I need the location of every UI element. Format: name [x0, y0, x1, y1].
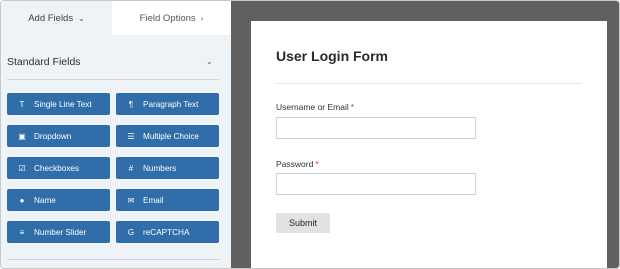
field-button-label: Dropdown — [34, 131, 72, 141]
divider — [7, 79, 219, 80]
form-builder-window: Add Fields ⌄ Field Options › Standard Fi… — [0, 0, 620, 269]
chevron-down-icon[interactable]: ⌄ — [206, 57, 213, 66]
divider — [7, 259, 219, 260]
checkbox-icon: ☑ — [18, 163, 26, 173]
envelope-icon: ✉ — [127, 195, 135, 205]
user-icon: ● — [19, 195, 25, 205]
submit-button[interactable]: Submit — [276, 213, 330, 233]
field-button-recaptcha[interactable]: G reCAPTCHA — [116, 221, 219, 243]
field-button-label: Multiple Choice — [143, 131, 199, 141]
field-button-multiple-choice[interactable]: ☰ Multiple Choice — [116, 125, 219, 147]
field-button-numbers[interactable]: # Numbers — [116, 157, 219, 179]
tab-add-fields-label: Add Fields — [28, 12, 74, 24]
tab-add-fields[interactable]: Add Fields ⌄ — [1, 1, 112, 35]
chevron-down-icon: ⌄ — [78, 13, 85, 23]
username-input[interactable] — [276, 117, 476, 139]
field-button-label: reCAPTCHA — [143, 227, 190, 237]
chevron-right-icon: › — [200, 13, 204, 23]
password-field-label: Password * — [276, 159, 319, 169]
field-button-label: Paragraph Text — [143, 99, 199, 109]
fields-panel: Add Fields ⌄ Field Options › Standard Fi… — [1, 1, 231, 268]
field-button-email[interactable]: ✉ Email — [116, 189, 219, 211]
field-button-label: Email — [143, 195, 164, 205]
standard-fields-heading[interactable]: Standard Fields — [7, 56, 81, 68]
field-button-number-slider[interactable]: ≡ Number Slider — [7, 221, 110, 243]
google-icon: G — [127, 227, 135, 237]
form-preview-area: User Login Form Username or Email * Passw… — [231, 1, 619, 268]
list-icon: ☰ — [127, 131, 135, 141]
required-mark: * — [350, 102, 355, 112]
field-button-label: Single Line Text — [34, 99, 92, 109]
tab-field-options-label: Field Options — [139, 12, 196, 24]
username-label-text: Username or Email — [276, 102, 349, 112]
required-mark: * — [315, 159, 319, 169]
sliders-icon: ≡ — [19, 227, 25, 237]
field-button-label: Name — [34, 195, 56, 205]
field-button-paragraph-text[interactable]: ¶ Paragraph Text — [116, 93, 219, 115]
panel-tabs: Add Fields ⌄ Field Options › — [1, 1, 231, 35]
field-button-checkboxes[interactable]: ☑ Checkboxes — [7, 157, 110, 179]
hash-icon: # — [128, 163, 134, 173]
form-preview-card: User Login Form Username or Email * Passw… — [251, 21, 607, 268]
field-button-label: Number Slider — [34, 227, 87, 237]
text-cursor-icon: T — [19, 99, 25, 109]
dropdown-icon: ▣ — [18, 131, 26, 141]
divider — [276, 83, 582, 84]
field-button-dropdown[interactable]: ▣ Dropdown — [7, 125, 110, 147]
field-button-label: Numbers — [143, 163, 177, 173]
field-button-label: Checkboxes — [34, 163, 80, 173]
username-field-label: Username or Email * — [276, 102, 354, 112]
form-title[interactable]: User Login Form — [276, 48, 388, 64]
paragraph-icon: ¶ — [128, 99, 134, 109]
field-button-single-line-text[interactable]: T Single Line Text — [7, 93, 110, 115]
password-label-text: Password — [276, 159, 314, 169]
tab-field-options[interactable]: Field Options › — [112, 1, 231, 35]
password-input[interactable] — [276, 173, 476, 195]
field-button-name[interactable]: ● Name — [7, 189, 110, 211]
